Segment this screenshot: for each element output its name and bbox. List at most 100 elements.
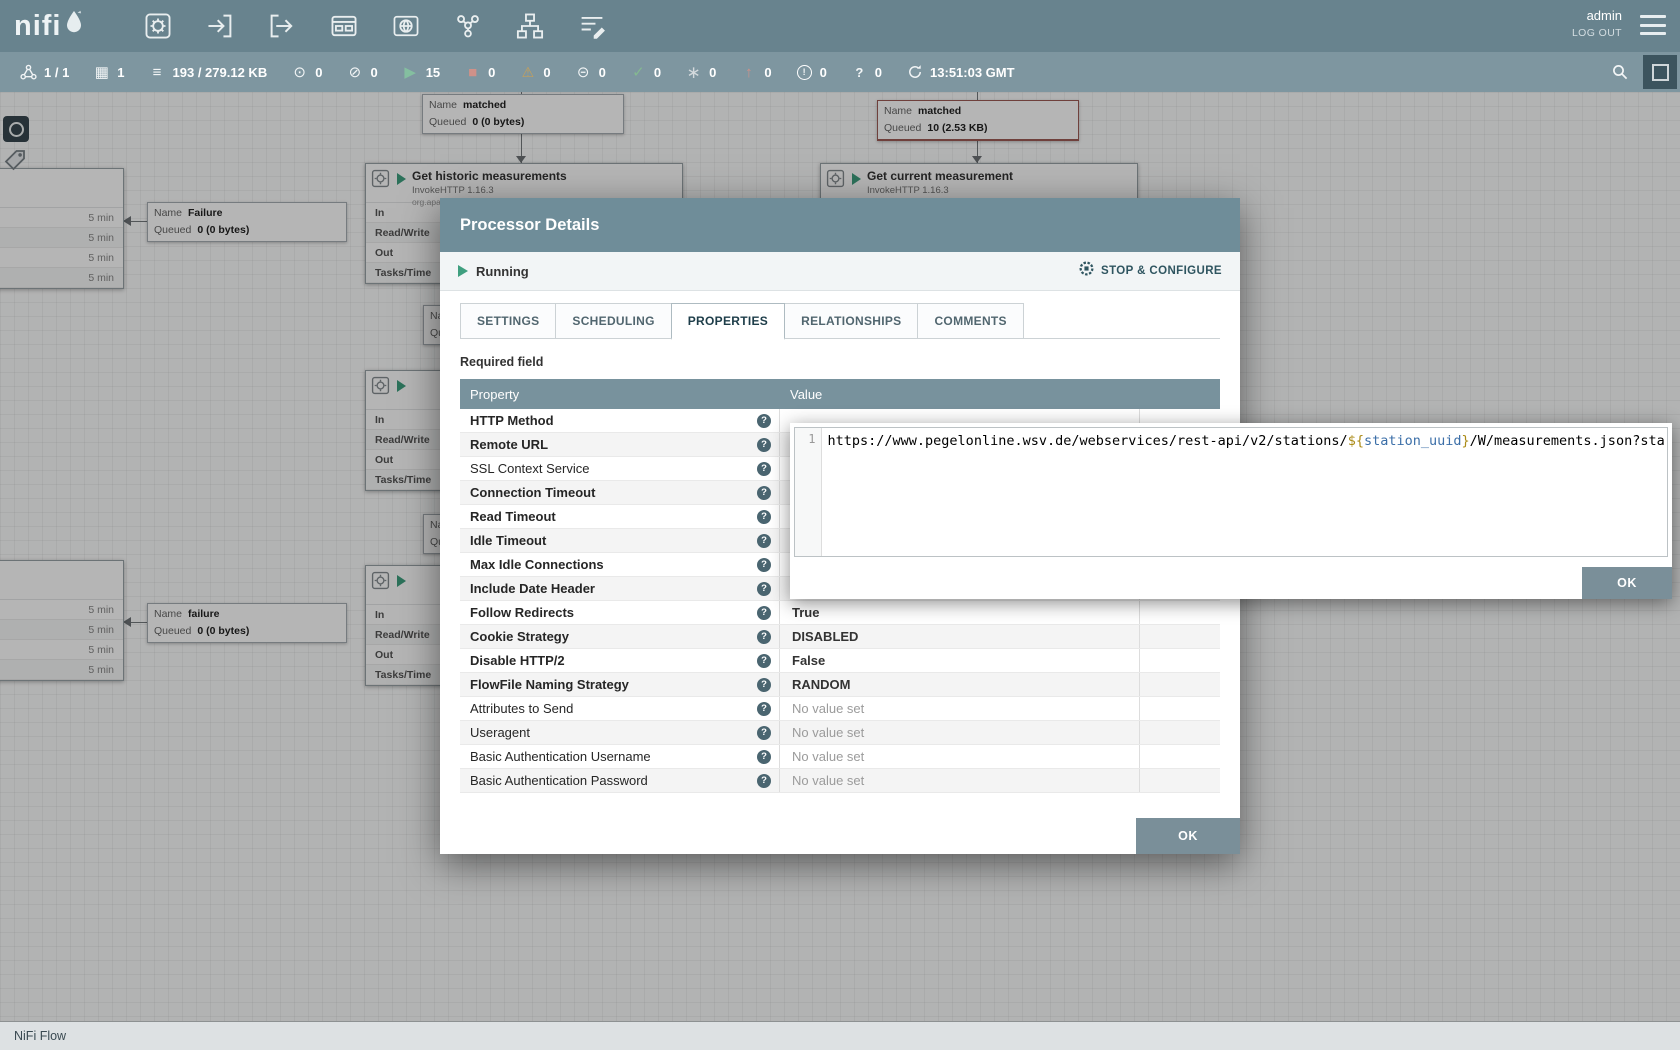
- help-icon[interactable]: ?: [757, 702, 771, 716]
- property-value-editor: 1 https://www.pegelonline.wsv.de/webserv…: [790, 423, 1672, 599]
- value-column-header: Value: [780, 387, 1140, 402]
- url-text: https://www.pegelonline.wsv.de/webservic…: [828, 433, 1348, 449]
- property-name: Cookie Strategy: [470, 629, 569, 644]
- property-row: Basic Authentication Username? No value s…: [460, 745, 1220, 769]
- running-icon: ▶: [402, 64, 419, 81]
- url-text: /W/measurements.json?start=P30D: [1470, 433, 1667, 449]
- help-icon[interactable]: ?: [757, 510, 771, 524]
- status-bar-right: [1605, 55, 1680, 89]
- dialog-title: Processor Details: [460, 216, 599, 235]
- stat-stopped: ■0: [464, 64, 495, 81]
- component-toolbar: [142, 10, 608, 42]
- locally-modified-stale-icon: !: [796, 64, 813, 81]
- editor-ok-button[interactable]: OK: [1582, 567, 1672, 599]
- property-value: No value set: [780, 745, 1140, 768]
- stat-connected-nodes: 1 / 1: [20, 64, 69, 81]
- help-icon[interactable]: ?: [757, 558, 771, 572]
- stat-locally-modified-stale: !0: [796, 64, 827, 81]
- stale-icon: ↑: [740, 64, 757, 81]
- property-name: Useragent: [470, 725, 530, 740]
- property-row: FlowFile Naming Strategy? RANDOM: [460, 673, 1220, 697]
- property-row: Follow Redirects? True: [460, 601, 1220, 625]
- global-menu-button[interactable]: [1640, 15, 1666, 35]
- property-row: Attributes to Send? No value set: [460, 697, 1220, 721]
- table-header: Property Value: [460, 379, 1220, 409]
- process-group-icon[interactable]: [328, 10, 360, 42]
- ok-button[interactable]: OK: [1136, 818, 1240, 854]
- flow-status-bar: 1 / 1 ▦1 ≡193 / 279.12 KB ⊙0 ⊘0 ▶15 ■0 ⚠…: [0, 52, 1680, 92]
- property-value: RANDOM: [780, 673, 1140, 696]
- tab-comments[interactable]: COMMENTS: [917, 303, 1023, 339]
- breadcrumb[interactable]: NiFi Flow: [14, 1029, 66, 1043]
- property-value: No value set: [780, 697, 1140, 720]
- stat-stale: ↑0: [740, 64, 771, 81]
- tab-scheduling[interactable]: SCHEDULING: [555, 303, 671, 339]
- stop-and-configure-button[interactable]: STOP & CONFIGURE: [1078, 260, 1222, 282]
- stat-up-to-date: ✓0: [630, 64, 661, 81]
- property-value: False: [780, 649, 1140, 672]
- settings-square-icon: [1652, 64, 1669, 81]
- stat-last-refresh[interactable]: 13:51:03 GMT: [906, 64, 1015, 81]
- help-icon[interactable]: ?: [757, 750, 771, 764]
- tab-properties[interactable]: PROPERTIES: [671, 303, 785, 340]
- transmitting-icon: ⊙: [291, 64, 308, 81]
- property-name: HTTP Method: [470, 413, 554, 428]
- queued-icon: ≡: [149, 64, 166, 81]
- not-transmitting-icon: ⊘: [346, 64, 363, 81]
- property-name: Attributes to Send: [470, 701, 573, 716]
- help-icon[interactable]: ?: [757, 486, 771, 500]
- property-name: FlowFile Naming Strategy: [470, 677, 629, 692]
- stopped-icon: ■: [464, 64, 481, 81]
- value-editor-input[interactable]: 1 https://www.pegelonline.wsv.de/webserv…: [794, 427, 1668, 557]
- refresh-icon[interactable]: [906, 64, 923, 81]
- help-icon[interactable]: ?: [757, 414, 771, 428]
- help-icon[interactable]: ?: [757, 654, 771, 668]
- help-icon[interactable]: ?: [757, 534, 771, 548]
- search-button[interactable]: [1605, 57, 1635, 87]
- property-value: No value set: [780, 769, 1140, 792]
- line-number-gutter: 1: [795, 428, 822, 556]
- funnel-icon[interactable]: [452, 10, 484, 42]
- help-icon[interactable]: ?: [757, 774, 771, 788]
- logout-link[interactable]: LOG OUT: [1572, 26, 1622, 41]
- stat-sync-failure: ?0: [851, 64, 882, 81]
- help-icon[interactable]: ?: [757, 726, 771, 740]
- help-icon[interactable]: ?: [757, 630, 771, 644]
- stat-active-threads: ▦1: [93, 64, 124, 81]
- input-port-icon[interactable]: [204, 10, 236, 42]
- help-icon[interactable]: ?: [757, 438, 771, 452]
- property-name: Basic Authentication Username: [470, 749, 651, 764]
- editor-code-line[interactable]: https://www.pegelonline.wsv.de/webservic…: [822, 428, 1667, 556]
- remote-process-group-icon[interactable]: [390, 10, 422, 42]
- help-icon[interactable]: ?: [757, 462, 771, 476]
- logo-text: nifi: [14, 12, 62, 41]
- label-icon[interactable]: [576, 10, 608, 42]
- invalid-icon: ⚠: [519, 64, 536, 81]
- output-port-icon[interactable]: [266, 10, 298, 42]
- help-icon[interactable]: ?: [757, 606, 771, 620]
- dialog-tabs: SETTINGS SCHEDULING PROPERTIES RELATIONS…: [460, 303, 1220, 339]
- dialog-status-row: Running STOP & CONFIGURE: [440, 252, 1240, 291]
- property-name: Disable HTTP/2: [470, 653, 565, 668]
- el-open-token: ${: [1348, 433, 1364, 449]
- help-icon[interactable]: ?: [757, 678, 771, 692]
- settings-button[interactable]: [1643, 55, 1677, 89]
- tab-settings[interactable]: SETTINGS: [460, 303, 556, 339]
- locally-modified-icon: ∗: [685, 64, 702, 81]
- user-area: admin LOG OUT: [1572, 7, 1622, 41]
- el-variable-token: station_uuid: [1364, 433, 1462, 449]
- tab-relationships[interactable]: RELATIONSHIPS: [784, 303, 918, 339]
- cluster-icon: [20, 64, 37, 81]
- up-to-date-icon: ✓: [630, 64, 647, 81]
- property-column-header: Property: [460, 387, 780, 402]
- sync-failure-icon: ?: [851, 64, 868, 81]
- help-icon[interactable]: ?: [757, 582, 771, 596]
- property-value: True: [780, 601, 1140, 624]
- property-name: Include Date Header: [470, 581, 595, 596]
- processor-icon[interactable]: [142, 10, 174, 42]
- stat-not-transmitting: ⊘0: [346, 64, 377, 81]
- property-name: Follow Redirects: [470, 605, 574, 620]
- stat-disabled: ⊝0: [575, 64, 606, 81]
- template-icon[interactable]: [514, 10, 546, 42]
- property-row: Useragent?No value set: [460, 721, 1220, 745]
